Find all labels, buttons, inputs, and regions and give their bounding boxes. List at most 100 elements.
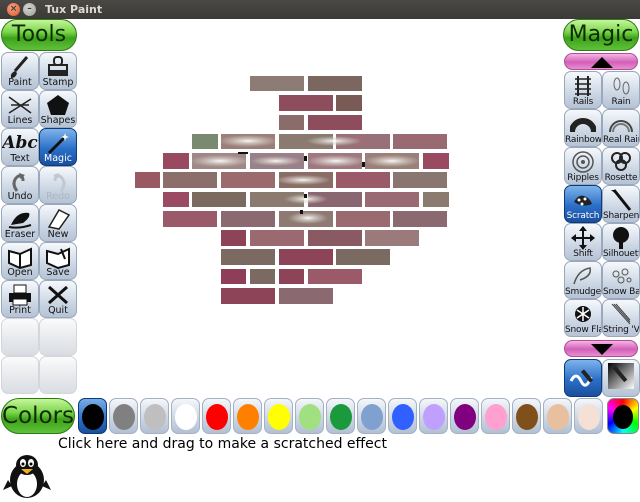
- colors-header: Colors: [1, 398, 75, 434]
- tool-paint-button[interactable]: Paint: [1, 52, 39, 90]
- save-book-icon: [40, 245, 76, 269]
- button-label: Lines: [7, 115, 33, 126]
- rain-icon: [603, 74, 639, 98]
- magic-rails-button[interactable]: Rails: [564, 71, 602, 109]
- button-label: Scratch: [566, 211, 600, 221]
- magic-wand-icon: [40, 131, 76, 155]
- color-dot: [330, 404, 352, 430]
- magic-rosette-button[interactable]: Rosette: [602, 147, 640, 185]
- button-label: Real Rainbow: [603, 135, 639, 145]
- color-dot: [299, 404, 321, 430]
- color-dot: [82, 404, 104, 430]
- color-dot: [206, 404, 228, 430]
- magic-sharpen-button[interactable]: Sharpen: [602, 185, 640, 223]
- color-swatch-lavender[interactable]: [419, 398, 448, 434]
- color-picker-rainbow[interactable]: [607, 398, 639, 434]
- magic-paint-mode-button[interactable]: [564, 359, 602, 397]
- magic-scratch-button[interactable]: Scratch: [564, 185, 602, 223]
- tool-text-button[interactable]: Abc Text: [1, 128, 39, 166]
- button-label: New: [47, 229, 69, 240]
- magic-smudge-button[interactable]: Smudge: [564, 261, 602, 299]
- printer-icon: [2, 283, 38, 307]
- snowflake-icon: [565, 302, 601, 326]
- color-swatch-brown[interactable]: [512, 398, 541, 434]
- tool-quit-button[interactable]: Quit: [39, 280, 77, 318]
- magic-header: Magic: [563, 19, 639, 51]
- magic-rain-button[interactable]: Rain: [602, 71, 640, 109]
- button-label: Paint: [8, 77, 32, 88]
- magic-rainbow-button[interactable]: Rainbow: [564, 109, 602, 147]
- color-dot: [268, 404, 290, 430]
- tool-save-button[interactable]: Save: [39, 242, 77, 280]
- button-label: Open: [7, 267, 33, 278]
- color-swatch-light-gray[interactable]: [140, 398, 169, 434]
- color-swatch-white[interactable]: [171, 398, 200, 434]
- color-swatch-pink[interactable]: [481, 398, 510, 434]
- color-swatch-dark-gray[interactable]: [109, 398, 138, 434]
- color-dot: [516, 404, 538, 430]
- rails-icon: [565, 74, 601, 98]
- button-label: Rails: [572, 97, 594, 107]
- tool-eraser-button[interactable]: Eraser: [1, 204, 39, 242]
- magic-ripples-button[interactable]: Ripples: [564, 147, 602, 185]
- real-rainbow-icon: [603, 112, 639, 136]
- button-label: Redo: [46, 191, 70, 202]
- button-label: Shift: [573, 249, 593, 259]
- color-swatch-purple[interactable]: [450, 398, 479, 434]
- magic-real-rainbow-button[interactable]: Real Rainbow: [602, 109, 640, 147]
- tool-undo-button[interactable]: Undo: [1, 166, 39, 204]
- string-v-icon: [603, 302, 639, 326]
- tool-magic-button[interactable]: Magic: [39, 128, 77, 166]
- fullscreen-mode-icon: [603, 363, 639, 389]
- tool-open-button[interactable]: Open: [1, 242, 39, 280]
- empty-tool-slot: [39, 356, 77, 394]
- color-swatch-red[interactable]: [202, 398, 231, 434]
- quit-x-icon: [40, 283, 76, 307]
- paintbrush-icon: [2, 55, 38, 79]
- magic-scroll-down-button[interactable]: [564, 340, 638, 357]
- tool-lines-button[interactable]: Lines: [1, 90, 39, 128]
- magic-fullscreen-mode-button[interactable]: [602, 359, 640, 397]
- close-window-button[interactable]: ×: [7, 3, 20, 16]
- color-swatch-black[interactable]: [78, 398, 107, 434]
- tool-redo-button[interactable]: Redo: [39, 166, 77, 204]
- magic-string-v-button[interactable]: String 'V': [602, 299, 640, 337]
- magic-scroll-up-button[interactable]: [564, 53, 638, 70]
- button-label: Smudge: [565, 287, 601, 297]
- button-label: Text: [10, 153, 30, 164]
- lines-icon: [2, 93, 38, 117]
- sharpen-icon: [603, 188, 639, 212]
- magic-snow-ball-button[interactable]: Snow Ball: [602, 261, 640, 299]
- color-dot: [175, 404, 197, 430]
- empty-tool-slot: [39, 318, 77, 356]
- color-swatch-sky-blue[interactable]: [357, 398, 386, 434]
- redo-icon: [40, 169, 76, 193]
- text-abc-icon: Abc: [2, 133, 38, 153]
- color-swatch-blue[interactable]: [388, 398, 417, 434]
- color-swatch-beige[interactable]: [574, 398, 603, 434]
- color-swatch-yellow[interactable]: [264, 398, 293, 434]
- minimize-window-button[interactable]: –: [23, 3, 36, 16]
- color-swatch-orange[interactable]: [233, 398, 262, 434]
- tool-print-button[interactable]: Print: [1, 280, 39, 318]
- tools-header: Tools: [1, 19, 77, 51]
- color-dot: [144, 404, 166, 430]
- color-dot: [423, 404, 445, 430]
- magic-snow-flake-button[interactable]: Snow Flake: [564, 299, 602, 337]
- tux-penguin-icon: [2, 452, 52, 498]
- button-label: Sharpen: [603, 211, 640, 221]
- tool-stamp-button[interactable]: Stamp: [39, 52, 77, 90]
- magic-silhouette-button[interactable]: Silhouette: [602, 223, 640, 261]
- silhouette-tree-icon: [603, 226, 639, 250]
- button-label: Silhouette: [603, 249, 639, 259]
- tool-shapes-button[interactable]: Shapes: [39, 90, 77, 128]
- tool-new-button[interactable]: New: [39, 204, 77, 242]
- color-swatch-light-green[interactable]: [295, 398, 324, 434]
- button-label: Snow Flake: [565, 325, 601, 335]
- magic-shift-button[interactable]: Shift: [564, 223, 602, 261]
- drawing-canvas[interactable]: [78, 19, 562, 395]
- button-label: Undo: [7, 191, 33, 202]
- color-dot: [361, 404, 383, 430]
- color-swatch-tan[interactable]: [543, 398, 572, 434]
- color-swatch-dark-green[interactable]: [326, 398, 355, 434]
